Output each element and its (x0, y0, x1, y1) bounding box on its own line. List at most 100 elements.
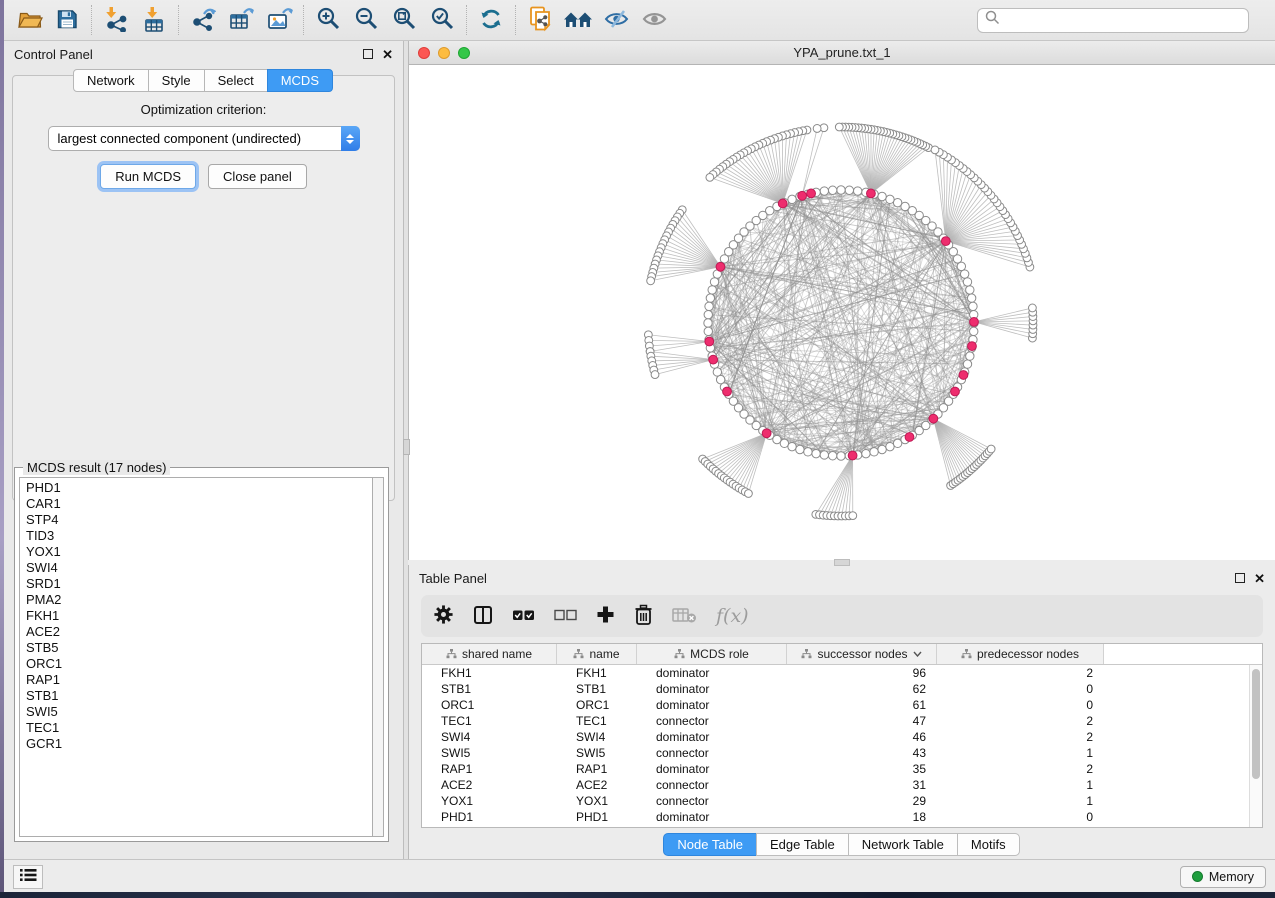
result-node-item[interactable]: STB5 (26, 640, 372, 656)
result-node-item[interactable]: STP4 (26, 512, 372, 528)
float-panel-icon[interactable] (1235, 573, 1245, 583)
result-node-item[interactable]: PHD1 (26, 480, 372, 496)
result-node-item[interactable]: RAP1 (26, 672, 372, 688)
result-node-item[interactable]: CAR1 (26, 496, 372, 512)
table-scrollbar[interactable] (1249, 665, 1262, 827)
deselect-all-rows-button[interactable] (554, 599, 577, 633)
result-node-item[interactable]: FKH1 (26, 608, 372, 624)
column-header-name[interactable]: name (557, 644, 637, 664)
table-row[interactable]: ACE2ACE2connector311 (422, 777, 1262, 793)
run-mcds-button[interactable]: Run MCDS (100, 164, 196, 189)
import-table-button[interactable] (135, 3, 173, 37)
splitter-grip-icon[interactable] (834, 559, 850, 566)
table-row[interactable]: ORC1ORC1dominator610 (422, 697, 1262, 713)
export-table-button[interactable] (222, 3, 260, 37)
table-cell: 35 (787, 761, 937, 777)
result-node-item[interactable]: YOX1 (26, 544, 372, 560)
desktop: Control Panel ✕ NetworkStyleSelectMCDS O… (0, 0, 1275, 898)
show-panels-button[interactable] (13, 865, 43, 889)
tab-mcds[interactable]: MCDS (267, 69, 333, 92)
open-file-button[interactable] (10, 3, 48, 37)
close-panel-icon[interactable]: ✕ (382, 48, 393, 61)
table-row[interactable]: FKH1FKH1dominator962 (422, 665, 1262, 681)
tab-network-table[interactable]: Network Table (848, 833, 958, 856)
table-row[interactable]: STB1STB1dominator620 (422, 681, 1262, 697)
first-neighbors-button[interactable] (559, 3, 597, 37)
import-network-button[interactable] (97, 3, 135, 37)
result-node-item[interactable]: SRD1 (26, 576, 372, 592)
create-column-button[interactable] (596, 599, 615, 633)
table-row[interactable]: TEC1TEC1connector472 (422, 713, 1262, 729)
network-titlebar: YPA_prune.txt_1 (409, 41, 1275, 65)
table-cell: 2 (937, 729, 1104, 745)
column-header-predecessor-nodes[interactable]: predecessor nodes (937, 644, 1104, 664)
table-cell: 46 (787, 729, 937, 745)
tab-network[interactable]: Network (73, 69, 149, 92)
result-node-item[interactable]: SWI4 (26, 560, 372, 576)
export-network-button[interactable] (184, 3, 222, 37)
memory-button[interactable]: Memory (1180, 866, 1266, 888)
splitter-grip-icon[interactable] (403, 439, 410, 455)
zoom-out-button[interactable] (347, 3, 385, 37)
table-settings-button[interactable] (433, 599, 454, 633)
table-row[interactable]: PHD1PHD1dominator180 (422, 809, 1262, 825)
table-cell: dominator (637, 729, 787, 745)
unchecked-boxes-icon (554, 608, 577, 625)
result-node-item[interactable]: TID3 (26, 528, 372, 544)
save-session-button[interactable] (48, 3, 86, 37)
window-minimize-button[interactable] (438, 47, 450, 59)
zoom-fit-button[interactable] (385, 3, 423, 37)
open-folder-icon (16, 7, 43, 34)
delete-column-button[interactable] (634, 599, 653, 633)
refresh-button[interactable] (472, 3, 510, 37)
tab-style[interactable]: Style (148, 69, 205, 92)
column-header-shared-name[interactable]: shared name (422, 644, 557, 664)
window-close-button[interactable] (418, 47, 430, 59)
tab-select[interactable]: Select (204, 69, 268, 92)
save-icon (55, 7, 79, 34)
result-node-item[interactable]: SWI5 (26, 704, 372, 720)
search-input[interactable] (1005, 13, 1241, 28)
desktop-wallpaper-bottom (0, 892, 1275, 898)
zoom-selected-button[interactable] (423, 3, 461, 37)
export-image-button[interactable] (260, 3, 298, 37)
result-node-item[interactable]: ORC1 (26, 656, 372, 672)
result-node-item[interactable]: ACE2 (26, 624, 372, 640)
tab-edge-table[interactable]: Edge Table (756, 833, 849, 856)
result-scrollbar[interactable] (372, 477, 384, 837)
horizontal-splitter[interactable] (408, 560, 1275, 565)
result-node-item[interactable]: STB1 (26, 688, 372, 704)
function-builder-button[interactable]: f(x) (716, 599, 749, 633)
delete-table-button[interactable] (672, 599, 697, 633)
table-row[interactable]: YOX1YOX1connector291 (422, 793, 1262, 809)
fx-icon: f(x) (716, 605, 749, 627)
column-header-MCDS-role[interactable]: MCDS role (637, 644, 787, 664)
select-all-rows-button[interactable] (512, 599, 535, 633)
result-node-item[interactable]: GCR1 (26, 736, 372, 752)
tab-node-table[interactable]: Node Table (663, 833, 757, 856)
toolbar-separator (91, 5, 92, 35)
table-row[interactable]: SWI5SWI5connector431 (422, 745, 1262, 761)
vertical-splitter[interactable] (403, 41, 408, 859)
hide-selected-button[interactable] (597, 3, 635, 37)
scrollbar-thumb[interactable] (1252, 669, 1260, 779)
network-view[interactable] (409, 65, 1275, 560)
criterion-select[interactable]: largest connected component (undirected) (48, 126, 360, 151)
control-panel: Control Panel ✕ NetworkStyleSelectMCDS O… (4, 41, 403, 859)
show-all-button[interactable] (635, 3, 673, 37)
zoom-in-button[interactable] (309, 3, 347, 37)
column-header-successor-nodes[interactable]: successor nodes (787, 644, 937, 664)
close-panel-icon[interactable]: ✕ (1254, 572, 1265, 585)
table-row[interactable]: SWI4SWI4dominator462 (422, 729, 1262, 745)
result-node-item[interactable]: PMA2 (26, 592, 372, 608)
window-maximize-button[interactable] (458, 47, 470, 59)
result-node-item[interactable]: TEC1 (26, 720, 372, 736)
float-panel-icon[interactable] (363, 49, 373, 59)
table-cell: 18 (787, 809, 937, 825)
table-row[interactable]: RAP1RAP1dominator352 (422, 761, 1262, 777)
duplicate-network-button[interactable] (521, 3, 559, 37)
close-mcds-panel-button[interactable]: Close panel (208, 164, 307, 189)
tab-motifs[interactable]: Motifs (957, 833, 1020, 856)
network-canvas[interactable] (409, 65, 1275, 559)
show-columns-button[interactable] (473, 599, 493, 633)
